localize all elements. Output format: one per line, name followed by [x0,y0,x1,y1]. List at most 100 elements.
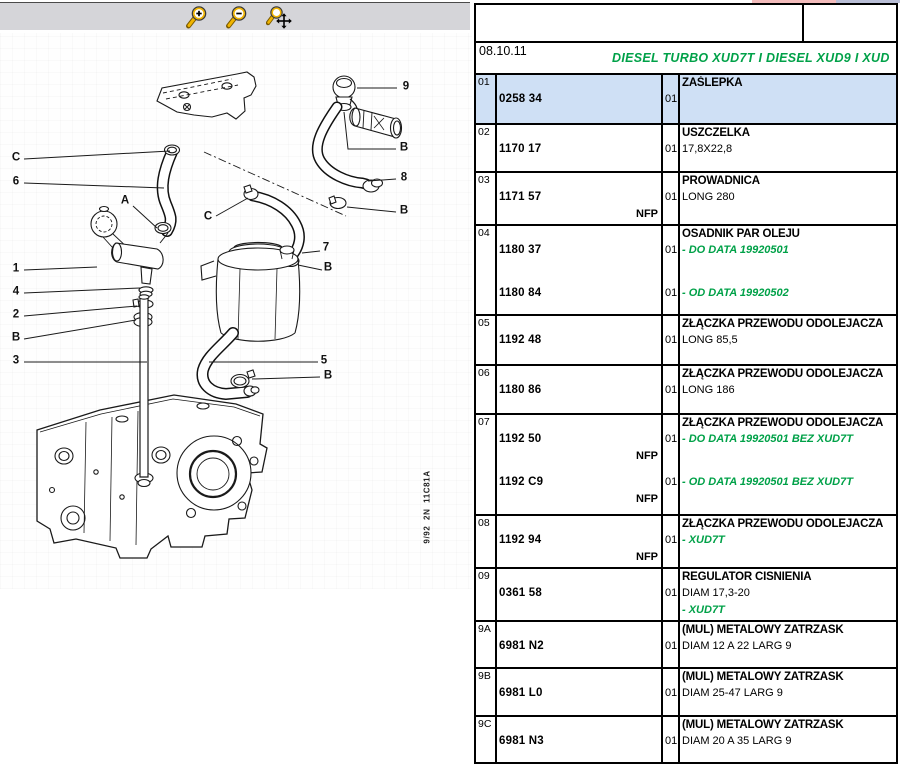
table-row[interactable]: 01 0258 34 01 ZAŚLEPKA [476,75,896,123]
diagram-toolbar [0,2,470,30]
row-index: 09 [478,570,493,583]
table-row[interactable]: 081192 94NFP01ZŁĄCZKA PRZEWODU ODOLEJACZ… [476,514,896,567]
part-number-line: 0258 34 [499,91,659,108]
part-detail: DIAM 17,3-20 [682,585,894,602]
part-number-link[interactable]: 6981 N2 [499,640,544,652]
table-row[interactable]: 071192 50NFP1192 C9NFP0101ZŁĄCZKA PRZEWO… [476,413,896,514]
quantity-cell: 01 [661,125,678,171]
table-row[interactable]: 090361 5801REGULATOR CISNIENIADIAM 17,3-… [476,567,896,620]
callout-label[interactable]: A [121,195,129,207]
quantity-value: 01 [665,285,676,302]
callout-label[interactable]: 4 [13,286,19,298]
row-index: 01 [478,76,493,89]
callout-label[interactable]: 6 [13,176,19,188]
part-number-cell: 1192 94NFP [495,516,661,567]
callout-label[interactable]: C [204,211,212,223]
part-number-link[interactable]: 1180 84 [499,287,541,299]
quantity-cell: 01 [661,366,678,413]
quantity-value: 01 [665,685,676,702]
table-row[interactable]: 031171 57NFP01PROWADNICALONG 280 [476,171,896,224]
part-number-link[interactable]: 1180 37 [499,244,541,256]
row-index: 04 [478,227,493,240]
zoom-in-icon [186,5,210,29]
table-row[interactable]: 051192 4801ZŁĄCZKA PRZEWODU ODOLEJACZALO… [476,314,896,364]
row-index-cell: 07 [476,415,495,514]
part-detail: LONG 186 [682,382,894,399]
part-number-link[interactable]: 1170 17 [499,143,541,155]
quantity-value: 01 [665,733,676,750]
row-index: 02 [478,126,493,139]
part-description-title: USZCZELKA [682,126,894,141]
zoom-in-button[interactable] [186,5,210,29]
part-number-link[interactable]: 1192 C9 [499,476,543,488]
table-row[interactable]: 041180 371180 840101OSADNIK PAR OLEJU- D… [476,224,896,314]
callout-label[interactable]: B [324,262,332,274]
callout-label[interactable]: 9 [403,81,409,93]
callout-leader [24,306,137,316]
quantity-cell: 01 [661,316,678,364]
zoom-out-button[interactable] [226,5,250,29]
callout-label[interactable]: C [12,152,20,164]
part-number-cell: 1180 86 [495,366,661,413]
callout-label[interactable]: 8 [401,172,407,184]
callout-label[interactable]: B [400,142,408,154]
part-number-link[interactable]: 0258 34 [499,93,542,105]
callout-label[interactable]: 3 [13,355,19,367]
part-number-link[interactable]: 0361 58 [499,587,542,599]
table-row[interactable]: 9B6981 L001(MUL) METALOWY ZATRZASKDIAM 2… [476,667,896,715]
part-number-link[interactable]: 6981 N3 [499,735,544,747]
diagram-canvas[interactable]: 9C6ACB8B7B142B35B 9/92 2N 11C81A [0,33,472,589]
quantity-value: 01 [665,638,676,655]
callout-label[interactable]: 7 [323,242,329,254]
callout-label[interactable]: B [12,332,20,344]
row-index-cell: 02 [476,125,495,171]
part-number-link[interactable]: 6981 L0 [499,687,543,699]
part-description-title: ZŁĄCZKA PRZEWODU ODOLEJACZA [682,367,894,382]
part-number-link[interactable]: 1192 48 [499,334,541,346]
quantity-value: 01 [665,332,676,349]
part-number-cell: 1192 50NFP1192 C9NFP [495,415,661,514]
catalog-header-empty-cell [802,5,896,41]
row-index-cell: 04 [476,226,495,314]
row-index: 08 [478,517,493,530]
callout-label[interactable]: B [324,370,332,382]
description-cell: (MUL) METALOWY ZATRZASKDIAM 20 A 35 LARG… [678,717,896,762]
part-number-cell: 6981 N2 [495,622,661,667]
part-number-link[interactable]: 1180 86 [499,384,541,396]
part-number-cell: 1171 57 NFP [495,173,661,224]
part-number-link[interactable]: 1192 50 [499,433,541,445]
callout-label[interactable]: 5 [321,355,327,367]
part-detail: 17,8X22,8 [682,141,894,158]
zoom-pan-button[interactable] [266,5,290,29]
callout-label[interactable]: 2 [13,309,19,321]
callout-label[interactable]: 1 [13,263,19,275]
part-description-title: OSADNIK PAR OLEJU [682,227,894,242]
part-number-cell: 1180 37 1180 84 [495,226,661,314]
description-cell: PROWADNICALONG 280 [678,173,896,224]
row-index-cell: 9B [476,669,495,715]
part-detail: - OD DATA 19920502 [682,285,894,302]
part-number-link[interactable]: 1171 57 [499,191,541,203]
quantity-cell: 01 [661,669,678,715]
part-description-title: (MUL) METALOWY ZATRZASK [682,670,894,685]
row-index: 05 [478,317,493,330]
table-row[interactable]: 061180 8601ZŁĄCZKA PRZEWODU ODOLEJACZALO… [476,364,896,413]
nfp-flag: NFP [499,206,659,223]
part-number-cell: 1192 48 [495,316,661,364]
part-description-title: PROWADNICA [682,174,894,189]
section-title: DIESEL TURBO XUD7T I DIESEL XUD9 I XUD [612,51,890,65]
table-row[interactable]: 9C 6981 N3 01(MUL) METALOWY ZATRZASKDIAM 2… [476,715,896,762]
callout-leader [24,183,164,188]
part-detail: - DO DATA 19920501 [682,242,894,259]
part-description-title: ZAŚLEPKA [682,76,894,91]
callout-label[interactable]: B [400,205,408,217]
part-number-link[interactable]: 1192 94 [499,534,541,546]
part-detail: DIAM 20 A 35 LARG 9 [682,733,894,750]
table-row[interactable]: 9A6981 N201(MUL) METALOWY ZATRZASKDIAM 1… [476,620,896,667]
row-index: 9C [478,718,493,731]
quantity-value: 01 [665,431,676,448]
quantity-cell: 01 [661,569,678,620]
callout-leader [24,320,136,339]
quantity-value: 01 [665,91,676,108]
table-row[interactable]: 02 1170 17 01 USZCZELKA17,8X22,8 [476,123,896,171]
